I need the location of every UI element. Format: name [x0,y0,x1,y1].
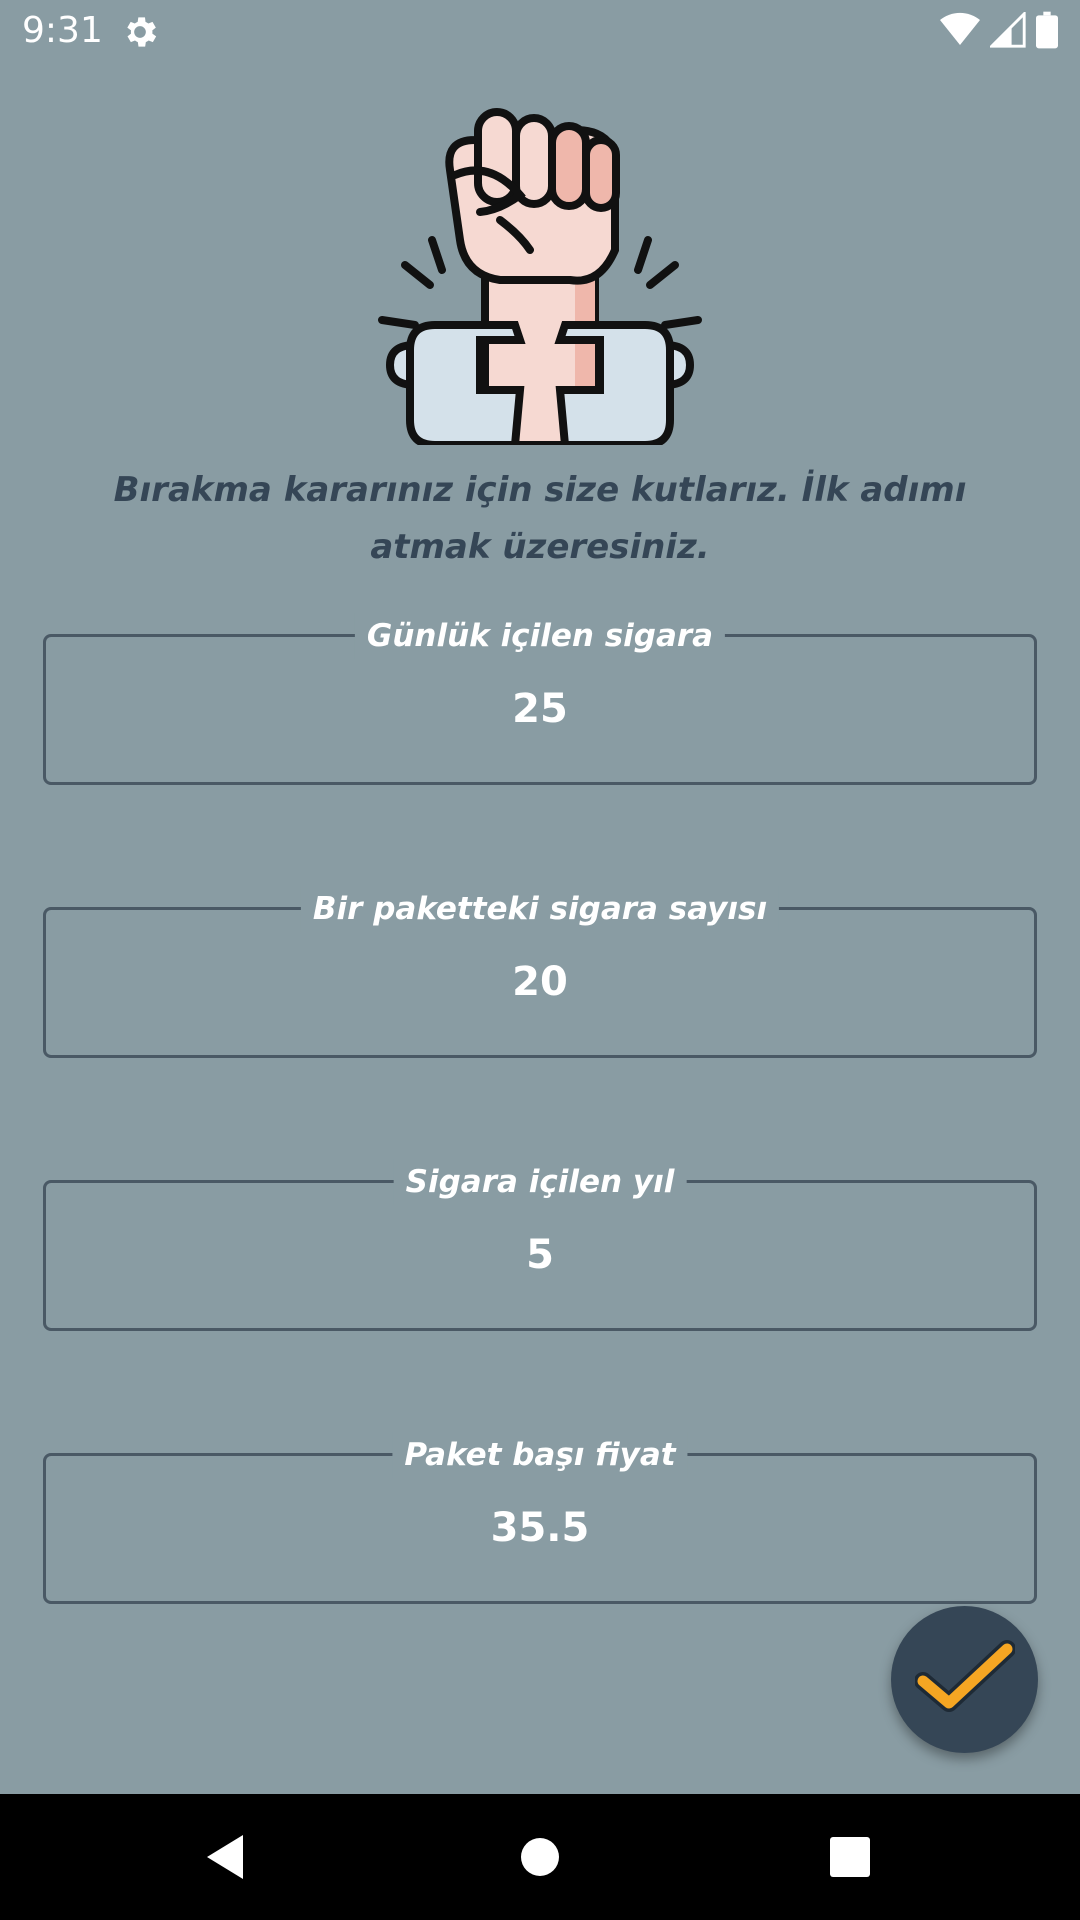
intro-message: Bırakma kararınız için size kutlarız. İl… [113,470,967,567]
cigarettes-per-pack-field[interactable]: Bir paketteki sigara sayısı 20 [43,886,1037,1058]
navigation-bar [0,1794,1080,1920]
cigarettes-per-pack-input[interactable]: 20 [46,956,1034,1008]
recents-icon[interactable] [790,1794,910,1920]
wifi-icon [940,12,980,53]
price-per-pack-label: Paket başı fiyat [392,1432,688,1478]
years-smoked-field[interactable]: Sigara içilen yıl 5 [43,1159,1037,1331]
back-icon[interactable] [165,1794,285,1920]
signal-icon [988,9,1026,53]
daily-cigarettes-input[interactable]: 25 [46,683,1034,735]
battery-icon [1036,11,1058,54]
cigarettes-per-pack-label: Bir paketteki sigara sayısı [300,886,780,932]
check-icon [913,1637,1016,1722]
years-smoked-label: Sigara içilen yıl [393,1159,687,1205]
home-icon[interactable] [480,1794,600,1920]
years-smoked-input[interactable]: 5 [46,1229,1034,1281]
price-per-pack-field[interactable]: Paket başı fiyat 35.5 [43,1432,1037,1604]
broken-chain-fist-icon [370,100,710,449]
status-time: 9:31 [22,10,103,51]
daily-cigarettes-label: Günlük içilen sigara [354,613,726,659]
price-per-pack-input[interactable]: 35.5 [46,1502,1034,1554]
daily-cigarettes-field[interactable]: Günlük içilen sigara 25 [43,613,1037,785]
confirm-button[interactable] [891,1606,1038,1753]
status-bar: 9:31 [0,0,1080,64]
gear-icon [120,12,160,52]
